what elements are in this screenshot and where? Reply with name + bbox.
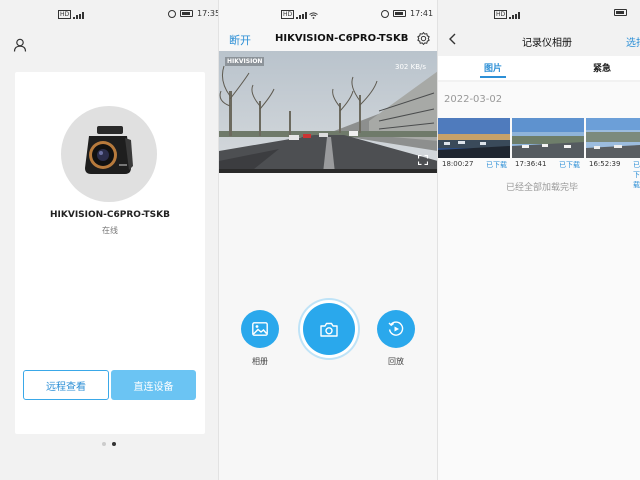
- battery-icon: [180, 10, 193, 17]
- hd-badge: HD: [494, 10, 508, 19]
- photo-time: 18:00:27: [442, 160, 474, 168]
- playback-button[interactable]: [377, 310, 415, 348]
- status-right: 17:35: [168, 9, 218, 18]
- active-tab-indicator: [480, 76, 506, 78]
- hd-badge: HD: [58, 10, 72, 19]
- photo-time: 17:36:41: [515, 160, 547, 168]
- album-title: 记录仪相册: [522, 38, 572, 49]
- status-bar: HD: [438, 0, 640, 28]
- signal-icons: HD: [494, 10, 521, 19]
- signal-icon: [73, 12, 85, 19]
- all-loaded-text: 已经全部加载完毕: [506, 183, 579, 193]
- playback-label: 回放: [388, 357, 404, 366]
- playback-icon: [388, 321, 404, 336]
- wifi-icon: [309, 12, 318, 19]
- photo-thumbnail[interactable]: [586, 118, 640, 158]
- signal-icons: HD: [58, 10, 85, 19]
- live-view-screen: HD 17:41 断开 HIKVISION-C6PRO-TSKB HIKVISI…: [218, 0, 437, 480]
- back-arrow-icon[interactable]: [448, 33, 457, 45]
- hd-badge: HD: [281, 10, 295, 19]
- status-bar: HD 17:41: [219, 0, 437, 28]
- live-title: HIKVISION-C6PRO-TSKB: [275, 33, 409, 44]
- photo-thumbnail[interactable]: [438, 118, 510, 158]
- device-status: 在线: [102, 226, 118, 235]
- status-right: [614, 9, 627, 16]
- page-dot-active: [112, 442, 116, 446]
- brand-logo: HIKVISION: [225, 57, 265, 66]
- date-header: 2022-03-02: [444, 94, 503, 105]
- photo-status: 已下载: [559, 161, 580, 169]
- signal-icon: [509, 12, 521, 19]
- device-card[interactable]: HIKVISION-C6PRO-TSKB 在线 远程查看 直连设备: [15, 72, 205, 434]
- user-icon[interactable]: [13, 38, 27, 52]
- status-time: 17:41: [410, 9, 434, 18]
- device-name: HIKVISION-C6PRO-TSKB: [50, 210, 170, 220]
- status-time: 17:35: [197, 9, 218, 18]
- album-header: 记录仪相册 选择: [438, 28, 640, 52]
- gear-icon[interactable]: [416, 31, 431, 46]
- thumbnail-image: [586, 118, 640, 158]
- signal-icon: [296, 12, 308, 19]
- device-home-screen: HD 17:35 HIKVISION-C6PRO-TSKB 在线 远程查看 直连…: [0, 0, 218, 480]
- album-content: 2022-03-02 18:00:27 已下载 17:36:41 已下载 16:…: [438, 82, 640, 480]
- alarm-icon: [381, 9, 389, 18]
- select-button[interactable]: 选择: [626, 34, 640, 49]
- photo-status: 已下载: [486, 161, 507, 169]
- live-header: 断开 HIKVISION-C6PRO-TSKB: [219, 28, 437, 50]
- tab-pictures[interactable]: 图片: [484, 61, 502, 74]
- battery-icon: [393, 10, 406, 17]
- tab-emergency[interactable]: 紧急: [593, 61, 611, 74]
- album-label: 相册: [252, 357, 268, 366]
- alarm-icon: [168, 9, 176, 18]
- thumbnail-image: [512, 118, 584, 158]
- device-image: [61, 106, 157, 202]
- thumbnail-image: [438, 118, 510, 158]
- album-button[interactable]: [241, 310, 279, 348]
- live-video-feed[interactable]: HIKVISION 302 KB/s: [219, 51, 437, 173]
- fullscreen-icon[interactable]: [418, 155, 428, 165]
- photo-time: 16:52:39: [589, 160, 621, 168]
- album-screen: HD 记录仪相册 选择 图片 紧急 2022-03-02: [437, 0, 640, 480]
- signal-icons: HD: [281, 10, 318, 19]
- album-tabs: 图片 紧急: [438, 56, 640, 80]
- photo-status: 已下载: [633, 161, 640, 189]
- disconnect-button[interactable]: 断开: [229, 32, 251, 48]
- image-icon: [252, 322, 268, 336]
- status-bar: HD 17:35: [0, 0, 218, 28]
- status-right: 17:41: [381, 9, 433, 18]
- battery-icon: [614, 9, 627, 16]
- capture-button[interactable]: [303, 303, 355, 355]
- bitrate-readout: 302 KB/s: [395, 63, 426, 71]
- photo-thumbnail[interactable]: [512, 118, 584, 158]
- camera-icon: [320, 322, 338, 337]
- remote-view-button[interactable]: 远程查看: [23, 370, 109, 400]
- direct-connect-button[interactable]: 直连设备: [111, 370, 196, 400]
- page-indicator: [102, 442, 116, 446]
- dashcam-icon: [85, 126, 133, 174]
- page-dot: [102, 442, 106, 446]
